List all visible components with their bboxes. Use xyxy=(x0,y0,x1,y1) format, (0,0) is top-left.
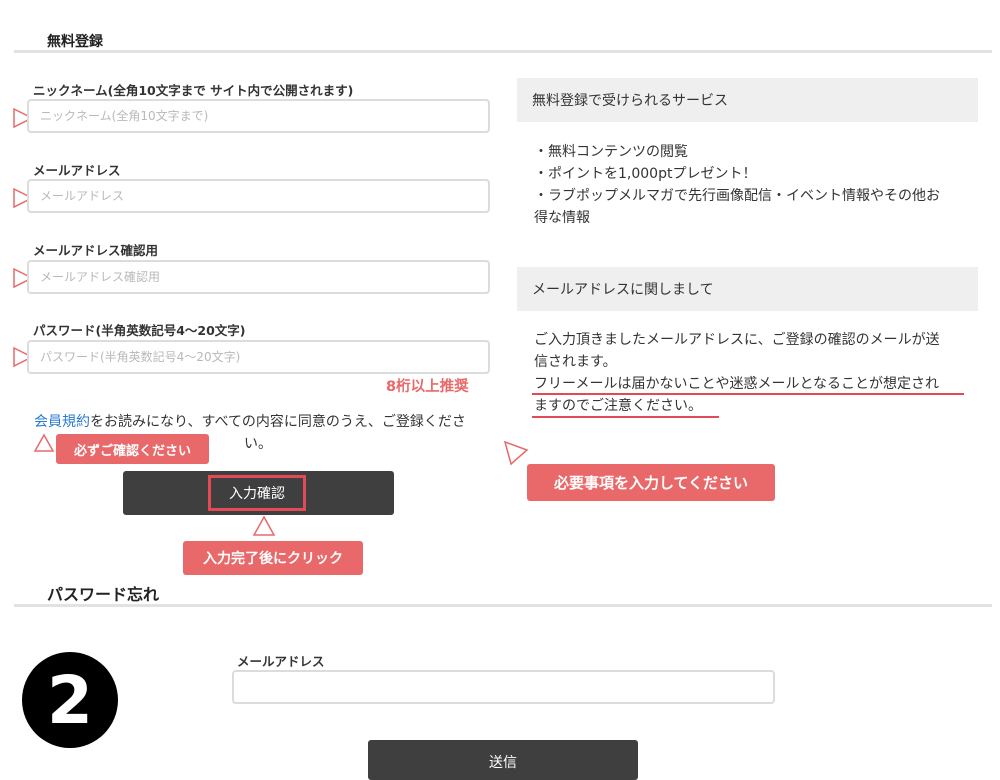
forgot-email-input[interactable] xyxy=(232,670,775,704)
password-input[interactable] xyxy=(27,340,490,374)
email-notice-line: ご入力頂きましたメールアドレスに、ご登録の確認のメールが送 xyxy=(534,332,940,348)
email-confirm-input[interactable] xyxy=(27,260,490,294)
email-notice-text: ご入力頂きましたメールアドレスに、ご登録の確認のメールが送 信されます。 フリー… xyxy=(534,329,974,417)
email-notice-line: 信されます。 xyxy=(534,354,617,370)
terms-text-line: 会員規約をお読みになり、すべての内容に同意のうえ、ご登録くださ xyxy=(34,411,494,433)
terms-link[interactable]: 会員規約 xyxy=(34,414,90,430)
step-number-badge: 2 xyxy=(22,652,118,748)
nickname-label: ニックネーム(全角10文字まで サイト内で公開されます) xyxy=(33,83,354,98)
services-item: 得な情報 xyxy=(534,210,590,226)
terms-text: をお読みになり、すべての内容に同意のうえ、ご登録くださ xyxy=(90,414,466,430)
confirm-button[interactable]: 入力確認 xyxy=(123,471,394,515)
services-item: ・ポイントを1,000ptプレゼント！ xyxy=(534,166,757,182)
services-item: ・無料コンテンツの閲覧 xyxy=(534,144,688,160)
submit-button[interactable]: 送信 xyxy=(368,740,638,780)
password-forgot-divider xyxy=(14,604,992,607)
password-hint: 8桁以上推奨 xyxy=(386,379,469,395)
password-forgot-title: パスワード忘れ xyxy=(47,585,160,604)
forgot-email-label: メールアドレス xyxy=(237,654,325,669)
check-note-label: 必ずご確認ください xyxy=(56,434,209,464)
pointer-triangle-up-icon xyxy=(252,515,276,536)
email-panel-heading: メールアドレスに関しまして xyxy=(517,267,978,311)
terms-text-end: い。 xyxy=(244,436,272,452)
fill-note-label: 必要事項を入力してください xyxy=(527,464,775,501)
services-item: ・ラブポップメルマガで先行画像配信・イベント情報やその他お xyxy=(534,188,940,204)
pointer-triangle-icon xyxy=(503,440,529,466)
email-confirm-label: メールアドレス確認用 xyxy=(33,243,159,258)
click-note-label: 入力完了後にクリック xyxy=(183,541,363,575)
services-panel-heading: 無料登録で受けられるサービス xyxy=(517,78,978,122)
confirm-button-label[interactable]: 入力確認 xyxy=(208,475,306,511)
services-list: ・無料コンテンツの閲覧 ・ポイントを1,000ptプレゼント！ ・ラブポップメル… xyxy=(534,141,974,229)
email-input[interactable] xyxy=(27,179,490,213)
password-label: パスワード(半角英数記号4〜20文字) xyxy=(33,323,246,338)
registration-title: 無料登録 xyxy=(47,34,103,50)
header-divider xyxy=(14,50,992,53)
nickname-input[interactable] xyxy=(27,99,490,133)
warning-underline xyxy=(532,393,964,395)
warning-underline xyxy=(532,416,719,418)
email-notice-warning: ますのでご注意ください。 xyxy=(534,398,702,414)
email-notice-warning: フリーメールは届かないことや迷惑メールとなることが想定され xyxy=(534,376,940,392)
pointer-triangle-up-icon xyxy=(33,433,55,452)
email-label: メールアドレス xyxy=(33,163,121,178)
